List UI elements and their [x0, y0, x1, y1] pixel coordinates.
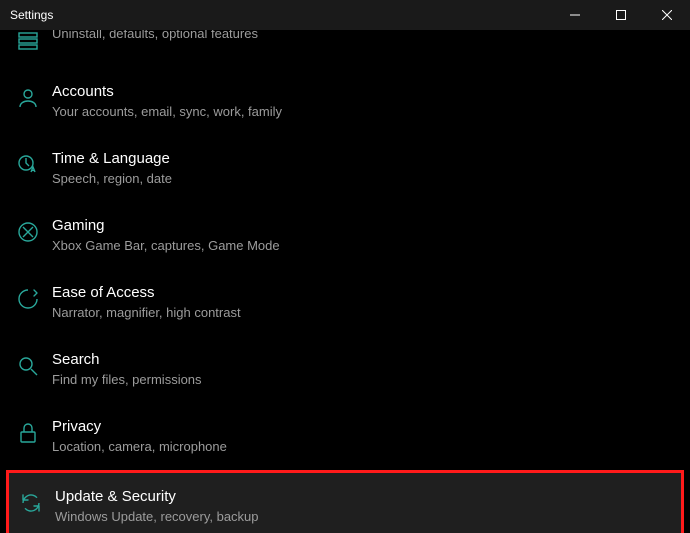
update-security-icon	[17, 489, 45, 517]
window-title: Settings	[10, 8, 552, 22]
category-search[interactable]: Search Find my files, permissions	[0, 336, 690, 403]
category-ease-of-access[interactable]: Ease of Access Narrator, magnifier, high…	[0, 269, 690, 336]
category-title: Search	[52, 350, 202, 370]
search-icon	[14, 352, 42, 380]
category-update-security[interactable]: Update & Security Windows Update, recove…	[6, 470, 684, 533]
ease-of-access-icon	[14, 285, 42, 313]
category-title: Ease of Access	[52, 283, 241, 303]
category-desc: Narrator, magnifier, high contrast	[52, 304, 241, 322]
category-accounts[interactable]: Accounts Your accounts, email, sync, wor…	[0, 68, 690, 135]
category-desc: Find my files, permissions	[52, 371, 202, 389]
time-language-icon	[14, 151, 42, 179]
settings-content: Uninstall, defaults, optional features A…	[0, 30, 690, 533]
category-gaming[interactable]: Gaming Xbox Game Bar, captures, Game Mod…	[0, 202, 690, 269]
category-privacy[interactable]: Privacy Location, camera, microphone	[0, 403, 690, 470]
category-desc: Windows Update, recovery, backup	[55, 508, 259, 526]
accounts-icon	[14, 84, 42, 112]
category-title: Gaming	[52, 216, 280, 236]
close-button[interactable]	[644, 0, 690, 30]
titlebar: Settings	[0, 0, 690, 30]
category-desc: Your accounts, email, sync, work, family	[52, 103, 282, 121]
settings-category-list: Uninstall, defaults, optional features A…	[0, 30, 690, 533]
category-apps[interactable]: Uninstall, defaults, optional features	[0, 30, 690, 68]
category-title: Privacy	[52, 417, 227, 437]
category-time-language[interactable]: Time & Language Speech, region, date	[0, 135, 690, 202]
minimize-button[interactable]	[552, 0, 598, 30]
category-desc: Uninstall, defaults, optional features	[52, 30, 258, 43]
privacy-icon	[14, 419, 42, 447]
category-title: Accounts	[52, 82, 282, 102]
maximize-button[interactable]	[598, 0, 644, 30]
category-title: Update & Security	[55, 487, 259, 507]
category-title: Time & Language	[52, 149, 172, 169]
window-controls	[552, 0, 690, 30]
apps-icon	[14, 30, 42, 54]
gaming-icon	[14, 218, 42, 246]
category-desc: Xbox Game Bar, captures, Game Mode	[52, 237, 280, 255]
category-desc: Location, camera, microphone	[52, 438, 227, 456]
category-desc: Speech, region, date	[52, 170, 172, 188]
